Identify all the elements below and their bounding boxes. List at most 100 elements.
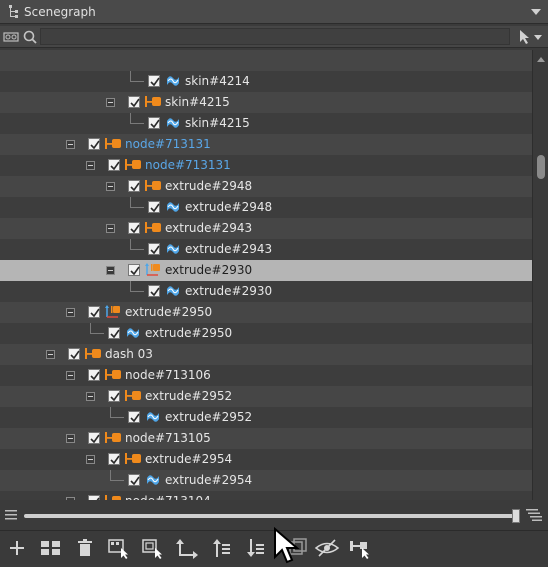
collapse-toggle[interactable] — [86, 455, 95, 464]
scroll-up-arrow-icon[interactable] — [536, 55, 546, 63]
tree-connector — [110, 417, 124, 418]
tree-row-label: node#713104 — [125, 494, 211, 500]
skin-mesh-icon — [167, 76, 179, 86]
visibility-checkbox[interactable] — [88, 306, 100, 318]
search-icon — [23, 30, 37, 44]
collapse-toggle[interactable] — [106, 98, 115, 107]
search-input[interactable] — [40, 28, 510, 45]
panel-menu-chevron-icon[interactable] — [530, 6, 542, 18]
move-up-icon[interactable] — [208, 536, 234, 560]
tree-row[interactable]: extrude#2930 — [0, 260, 532, 281]
tree-row[interactable]: node#713106 — [0, 365, 532, 386]
expand-rows-icon[interactable] — [526, 509, 542, 521]
visibility-checkbox[interactable] — [128, 222, 140, 234]
move-down-icon[interactable] — [242, 536, 268, 560]
checkmark-icon — [110, 455, 120, 465]
group-icon[interactable] — [38, 536, 64, 560]
tree-row[interactable]: extrude#2950 — [0, 302, 532, 323]
visibility-checkbox[interactable] — [88, 369, 100, 381]
node-icon — [125, 453, 141, 464]
zoom-slider-handle[interactable] — [512, 509, 520, 523]
checkmark-icon — [90, 434, 100, 444]
tree-row[interactable]: node#713131 — [0, 155, 532, 176]
visibility-checkbox[interactable] — [128, 411, 140, 423]
pick-icon[interactable] — [348, 536, 374, 560]
collapse-toggle[interactable] — [66, 140, 75, 149]
tree-row[interactable]: extrude#2943 — [0, 218, 532, 239]
visibility-checkbox[interactable] — [128, 264, 140, 276]
collapse-toggle[interactable] — [86, 392, 95, 401]
scrollbar-thumb[interactable] — [537, 155, 545, 179]
tree-row[interactable]: extrude#2948 — [0, 197, 532, 218]
tree-row-label: extrude#2948 — [185, 200, 273, 214]
hide-icon[interactable] — [314, 536, 340, 560]
tree-row[interactable]: dash 03 — [0, 344, 532, 365]
tree-row[interactable]: extrude#2948 — [0, 176, 532, 197]
tree-row[interactable]: extrude#2954 — [0, 449, 532, 470]
tree-row[interactable]: extrude#2943 — [0, 239, 532, 260]
tree-row-label: node#713105 — [125, 431, 211, 445]
tree-row-label: extrude#2943 — [165, 221, 253, 235]
collapse-toggle[interactable] — [66, 434, 75, 443]
visibility-checkbox[interactable] — [108, 159, 120, 171]
tree-row[interactable]: skin#4215 — [0, 92, 532, 113]
visibility-checkbox[interactable] — [148, 285, 160, 297]
visibility-checkbox[interactable] — [148, 75, 160, 87]
visibility-checkbox[interactable] — [128, 96, 140, 108]
checkmark-icon — [130, 224, 140, 234]
tree-connector — [130, 249, 144, 250]
visibility-checkbox[interactable] — [128, 180, 140, 192]
zoom-slider-track[interactable] — [24, 514, 520, 518]
tree-row[interactable]: extrude#2954 — [0, 470, 532, 491]
tree-row[interactable]: node#713131 — [0, 134, 532, 155]
scenegraph-tree[interactable]: skin#4214 skin#4215 skin#4215 node#713131 no… — [0, 50, 532, 500]
tree-row-label: node#713106 — [125, 368, 211, 382]
visibility-checkbox[interactable] — [108, 453, 120, 465]
collapse-toggle[interactable] — [86, 161, 95, 170]
visibility-checkbox[interactable] — [88, 138, 100, 150]
visibility-checkbox[interactable] — [148, 117, 160, 129]
collapse-toggle[interactable] — [106, 224, 115, 233]
collapse-toggle[interactable] — [66, 371, 75, 380]
delete-icon[interactable] — [72, 536, 98, 560]
node-icon — [105, 138, 121, 149]
checkmark-icon — [150, 287, 160, 297]
tree-row[interactable]: skin#4215 — [0, 113, 532, 134]
tree-row[interactable]: skin#4214 — [0, 71, 532, 92]
collapse-toggle[interactable] — [106, 182, 115, 191]
collapse-toggle[interactable] — [66, 497, 75, 500]
collapse-toggle[interactable] — [66, 308, 75, 317]
select-parent-icon[interactable] — [140, 536, 166, 560]
checkmark-icon — [90, 140, 100, 150]
move-icon[interactable] — [174, 536, 200, 560]
zoom-slider-bar — [0, 504, 548, 526]
filter-icon[interactable] — [3, 30, 19, 44]
add-icon[interactable] — [4, 536, 30, 560]
tree-row[interactable]: extrude#2930 — [0, 281, 532, 302]
node-icon — [145, 222, 161, 233]
collapse-rows-icon[interactable] — [5, 510, 17, 520]
tree-row[interactable]: node#713104 — [0, 491, 532, 500]
tree-row[interactable]: node#713105 — [0, 428, 532, 449]
tree-row[interactable]: extrude#2952 — [0, 386, 532, 407]
picker-cursor-icon[interactable] — [518, 29, 544, 45]
panel-title: Scenegraph — [24, 5, 96, 19]
collapse-toggle[interactable] — [106, 266, 115, 275]
tree-row[interactable]: extrude#2950 — [0, 323, 532, 344]
tree-vertical-scrollbar[interactable] — [532, 50, 548, 500]
visibility-checkbox[interactable] — [88, 495, 100, 500]
visibility-checkbox[interactable] — [68, 348, 80, 360]
tree-row[interactable]: extrude#2952 — [0, 407, 532, 428]
skin-mesh-icon — [127, 328, 139, 338]
visibility-checkbox[interactable] — [88, 432, 100, 444]
visibility-checkbox[interactable] — [148, 201, 160, 213]
tree-connector — [130, 291, 144, 292]
collapse-toggle[interactable] — [46, 350, 55, 359]
visibility-checkbox[interactable] — [128, 474, 140, 486]
visibility-checkbox[interactable] — [148, 243, 160, 255]
tree-row-label: extrude#2943 — [185, 242, 273, 256]
visibility-checkbox[interactable] — [108, 327, 120, 339]
select-children-icon[interactable] — [106, 536, 132, 560]
visibility-checkbox[interactable] — [108, 390, 120, 402]
tree-connector — [90, 333, 104, 334]
